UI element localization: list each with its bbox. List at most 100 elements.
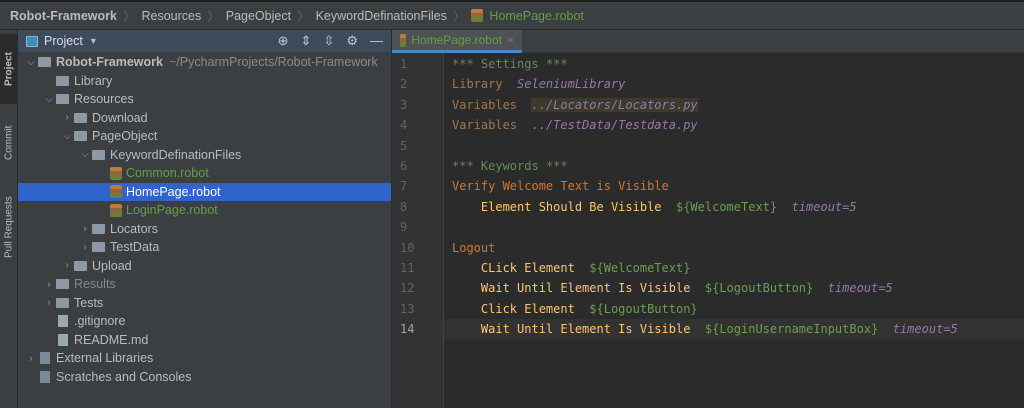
chevron-right-icon[interactable]: › xyxy=(60,112,74,123)
line-number: 13 xyxy=(400,301,415,316)
breadcrumb-item[interactable]: Resources xyxy=(141,9,201,23)
breadcrumb-item[interactable]: HomePage.robot xyxy=(489,9,584,23)
line-number: 12 xyxy=(400,281,415,296)
code-line[interactable]: *** Keywords *** xyxy=(444,156,1024,176)
folder-icon xyxy=(38,57,51,68)
code-line[interactable]: Variables ../Locators/Locators.py xyxy=(444,95,1024,115)
chevron-down-icon[interactable]: ⌵ xyxy=(60,131,74,142)
tree-item-label: Resources xyxy=(74,92,134,107)
editor-tabs: HomePage.robot × xyxy=(392,30,1024,53)
tool-tab-pull-requests[interactable]: Pull Requests xyxy=(0,180,18,275)
breadcrumb: Robot-Framework 〉 Resources 〉 PageObject 〉 Key… xyxy=(0,0,1024,30)
tree-item[interactable]: ⌵ KeywordDefinationFiles xyxy=(18,146,391,165)
code-line[interactable]: Element Should Be Visible ${WelcomeText}… xyxy=(444,197,1024,217)
code-line[interactable]: Click Element ${LogoutButton} xyxy=(444,299,1024,319)
code-token: timeout=5 xyxy=(878,322,958,337)
chevron-right-icon[interactable]: › xyxy=(24,353,38,364)
robot-file-icon xyxy=(110,166,122,180)
tree-item[interactable]: README.md xyxy=(18,331,391,350)
tree-item[interactable]: › Tests xyxy=(18,294,391,313)
chevron-right-icon[interactable]: › xyxy=(42,297,56,308)
tree-item-label: Scratches and Consoles xyxy=(56,369,192,384)
tree-item[interactable]: .gitignore xyxy=(18,312,391,331)
code-line[interactable]: Library SeleniumLibrary xyxy=(444,74,1024,94)
tab-homepage-robot[interactable]: HomePage.robot × xyxy=(392,30,522,53)
code-line[interactable]: *** Settings *** xyxy=(444,54,1024,74)
tree-item[interactable]: › Download xyxy=(18,109,391,128)
chevron-right-icon[interactable]: › xyxy=(42,279,56,290)
tree-item[interactable]: › External Libraries xyxy=(18,349,391,368)
chevron-right-icon[interactable]: › xyxy=(78,242,92,253)
tree-item[interactable]: › Locators xyxy=(18,220,391,239)
tree-item[interactable]: LoginPage.robot xyxy=(18,201,391,220)
chevron-down-icon[interactable]: ⌵ xyxy=(24,57,38,68)
folder-icon xyxy=(74,131,87,142)
tree-item-label: KeywordDefinationFiles xyxy=(110,147,242,162)
breadcrumb-item[interactable]: KeywordDefinationFiles xyxy=(316,9,447,23)
tree-item[interactable]: Common.robot xyxy=(18,164,391,183)
breadcrumb-item[interactable]: PageObject xyxy=(226,9,291,23)
line-number: 10 xyxy=(400,240,415,255)
project-view-selector[interactable]: Project xyxy=(44,34,83,48)
tree-item-label: Library xyxy=(74,73,113,88)
code-token: Wait Until Element Is Visible xyxy=(452,281,705,296)
tool-tab-commit[interactable]: Commit xyxy=(0,108,18,178)
line-number: 2 xyxy=(400,77,408,92)
code-line[interactable] xyxy=(444,136,1024,156)
line-number: 8 xyxy=(400,199,408,214)
tree-item[interactable]: Library xyxy=(18,72,391,91)
tree-item[interactable]: › Results xyxy=(18,275,391,294)
tree-item[interactable]: › Upload xyxy=(18,257,391,276)
tool-tab-project[interactable]: Project xyxy=(0,34,18,104)
line-number: 7 xyxy=(400,179,408,194)
folder-icon xyxy=(56,279,69,290)
code-token: ../TestData/Testdata.py xyxy=(531,118,698,133)
folder-icon xyxy=(56,94,69,105)
tree-item[interactable]: › TestData xyxy=(18,238,391,257)
tree-item-label: TestData xyxy=(110,240,160,255)
code-line[interactable]: Verify Welcome Text is Visible xyxy=(444,176,1024,196)
breadcrumb-item[interactable]: Robot-Framework xyxy=(10,9,117,23)
code-token: *** Settings *** xyxy=(452,57,568,71)
tree-item[interactable]: Scratches and Consoles xyxy=(18,368,391,387)
tree-item[interactable]: HomePage.robot xyxy=(18,182,391,201)
code-line[interactable]: Logout xyxy=(444,238,1024,258)
tab-label: HomePage.robot xyxy=(411,33,502,47)
gear-icon[interactable]: ⚙ xyxy=(346,33,358,49)
code-token: Click Element xyxy=(452,301,590,316)
project-panel-header: Project ▼ ⊕ ⇕ ⇳ ⚙ — xyxy=(18,30,391,52)
code-line[interactable] xyxy=(444,217,1024,237)
folder-icon xyxy=(56,75,69,86)
code-line[interactable]: Wait Until Element Is Visible ${LogoutBu… xyxy=(444,278,1024,298)
tree-item-label: LoginPage.robot xyxy=(126,203,218,218)
tree-item[interactable]: ⌵ PageObject xyxy=(18,127,391,146)
code-token: timeout=5 xyxy=(777,199,857,214)
tree-item-label: Locators xyxy=(110,221,158,236)
expand-all-icon[interactable]: ⇕ xyxy=(301,33,312,49)
tree-item-label: Robot-Framework xyxy=(56,55,163,70)
chevron-right-icon: 〉 xyxy=(452,10,466,24)
close-icon[interactable]: × xyxy=(507,33,514,47)
code-token: Verify Welcome Text is Visible xyxy=(452,179,669,194)
locate-icon[interactable]: ⊕ xyxy=(278,33,289,49)
code-token: ${LoginUsernameInputBox} xyxy=(704,322,879,337)
code-token: Logout xyxy=(452,240,496,255)
chevron-down-icon[interactable]: ⌵ xyxy=(42,94,56,105)
code-token: ${LogoutButton} xyxy=(704,281,814,296)
chevron-down-icon[interactable]: ⌵ xyxy=(78,149,92,160)
code-line[interactable]: Variables ../TestData/Testdata.py xyxy=(444,115,1024,135)
code-token: *** Keywords *** xyxy=(452,158,568,173)
chevron-right-icon[interactable]: › xyxy=(78,223,92,234)
chevron-down-icon[interactable]: ▼ xyxy=(89,36,98,46)
code-line[interactable]: Wait Until Element Is Visible ${LoginUse… xyxy=(444,319,1024,340)
minimize-icon[interactable]: — xyxy=(370,33,383,49)
tree-item-path: ~/PycharmProjects/Robot-Framework xyxy=(168,55,378,70)
collapse-all-icon[interactable]: ⇳ xyxy=(323,33,334,49)
line-number: 3 xyxy=(400,97,408,112)
tree-item[interactable]: ⌵ Resources xyxy=(18,90,391,109)
line-number: 11 xyxy=(400,260,415,275)
chevron-right-icon[interactable]: › xyxy=(60,260,74,271)
tree-item[interactable]: ⌵ Robot-Framework ~/PycharmProjects/Robot-… xyxy=(18,53,391,72)
code-editor[interactable]: *** Settings *** Library SeleniumLibrary V… xyxy=(444,53,1024,340)
code-line[interactable]: CLick Element ${WelcomeText} xyxy=(444,258,1024,278)
